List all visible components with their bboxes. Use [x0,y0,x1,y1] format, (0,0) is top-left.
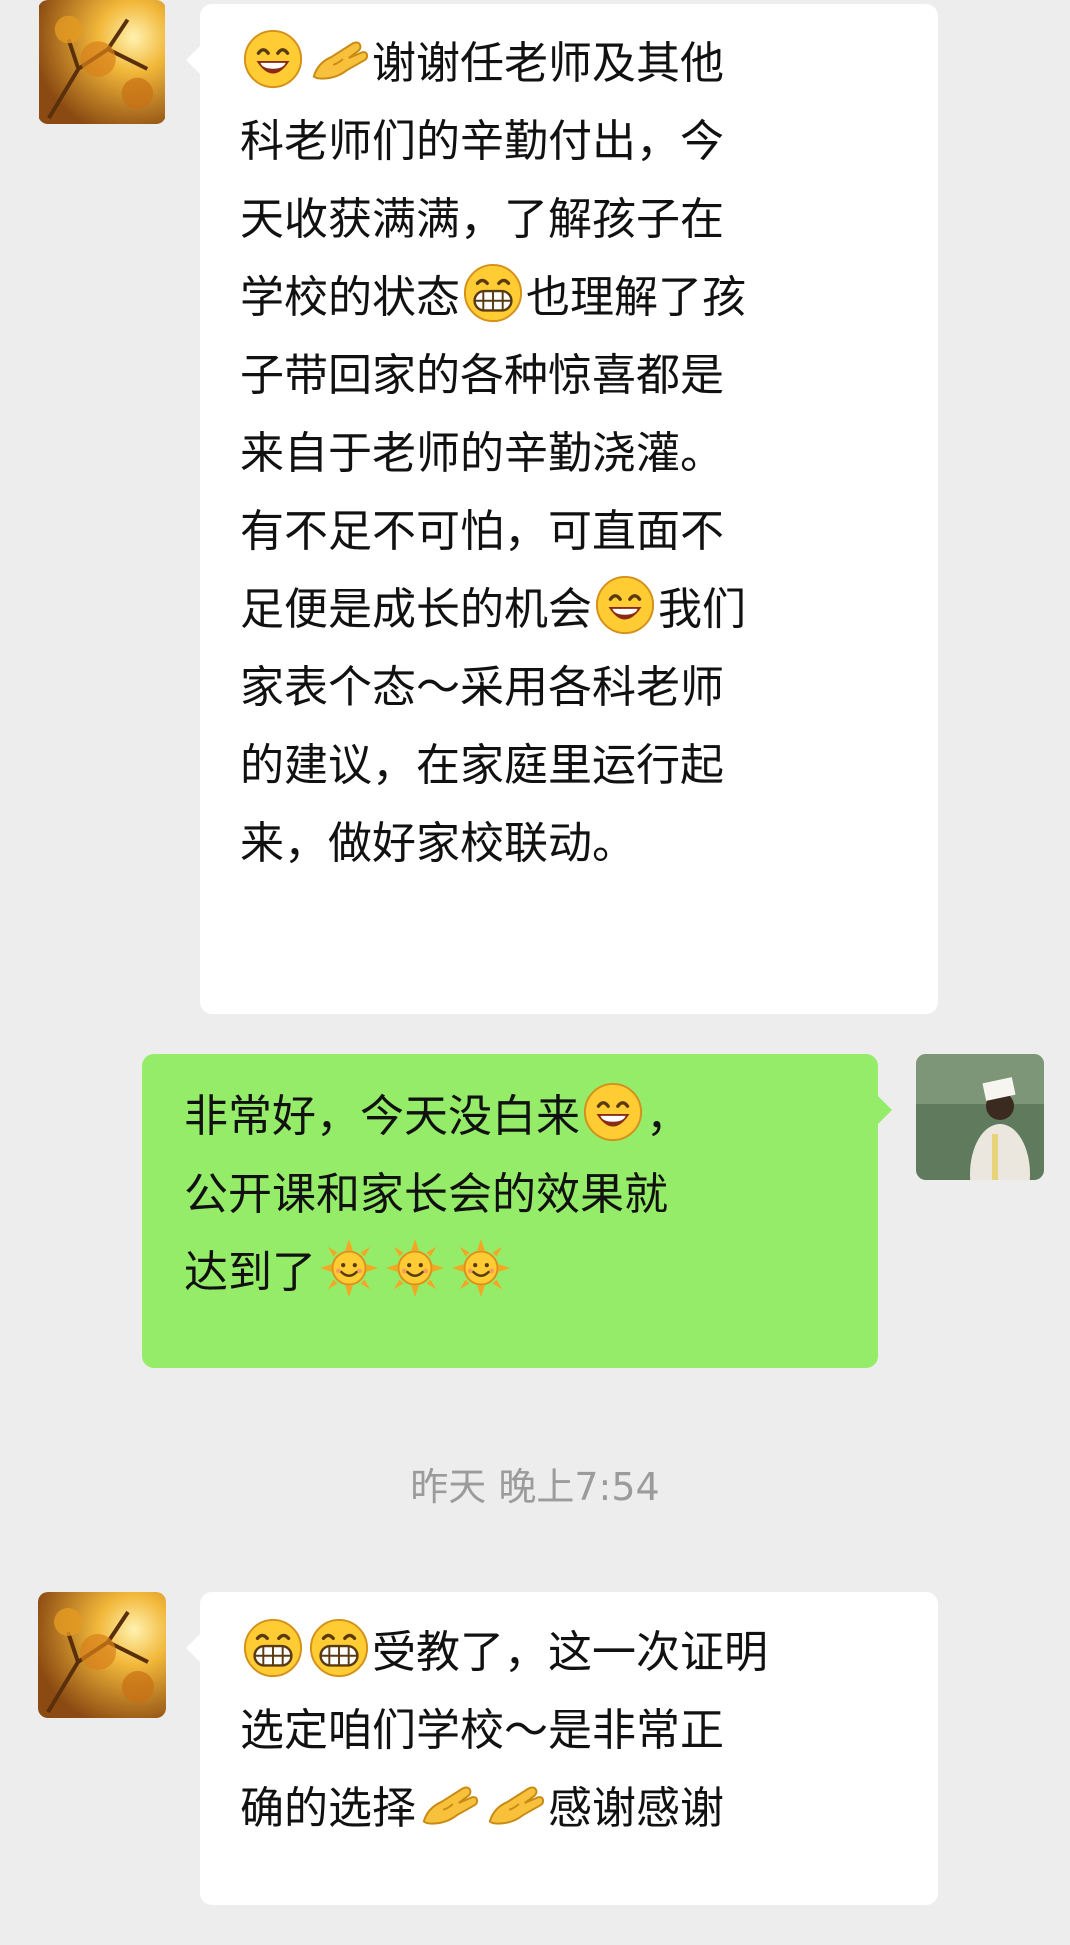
sun-face-icon [450,1237,512,1299]
ok-hand-icon [484,1773,546,1835]
message-line: 子带回家的各种惊喜都是 [240,337,902,415]
message-line: 谢谢任老师及其他 [240,25,902,103]
autumn-tree-avatar [39,0,165,124]
grinning-face-icon [594,574,656,636]
sender-avatar[interactable] [38,0,166,124]
message-bubble-incoming[interactable]: 谢谢任老师及其他科老师们的辛勤付出，今 天收获满满，了解孩子在 学校的状态 也理解了孩… [186,4,938,1014]
sender-avatar[interactable] [38,1592,166,1718]
message-line: 学校的状态 也理解了孩 [240,259,902,337]
message-text-segment: 有不足不可怕，可直面不 [240,506,724,557]
message-bubble-incoming[interactable]: 受教了，这一次证明选定咱们学校～是非常正 确的选择 感谢感谢 [186,1592,938,1905]
message-text-segment: 选定咱们学校～是非常正 [240,1705,724,1756]
message-line: 家表个态～采用各科老师 [240,649,902,727]
message-text-segment: 达到了 [184,1247,316,1298]
message-text-segment: 天收获满满，了解孩子在 [240,194,724,245]
bubble-tail [186,46,200,74]
message-line: 有不足不可怕，可直面不 [240,493,902,571]
grinning-face-icon [582,1081,644,1143]
bubble-tail [878,1096,892,1124]
message-line: 来自于老师的辛勤浇灌。 [240,415,902,493]
message-text-segment: 感谢感谢 [548,1783,724,1834]
message-text-segment: 公开课和家长会的效果就 [184,1169,668,1220]
chat-window: 谢谢任老师及其他科老师们的辛勤付出，今 天收获满满，了解孩子在 学校的状态 也理解了孩… [0,0,1070,1945]
message-text-segment: ， [646,1091,690,1142]
reading-person-avatar [916,1054,1044,1180]
message-text-segment: 我们 [658,584,746,635]
message-line: 非常好，今天没白来 ， [184,1078,848,1156]
message-line: 选定咱们学校～是非常正 [240,1692,902,1770]
message-bubble-outgoing[interactable]: 非常好，今天没白来 ， 公开课和家长会的效果就 达到了 [142,1054,892,1368]
timestamp-divider: 昨天 晚上7:54 [410,1465,660,1509]
message-line: 达到了 [184,1234,848,1312]
message-text-segment: 来自于老师的辛勤浇灌。 [240,428,724,479]
message-text-segment: 来，做好家校联动。 [240,818,636,869]
message-text: 非常好，今天没白来 ， 公开课和家长会的效果就 达到了 [184,1078,848,1312]
message-text-segment: 子带回家的各种惊喜都是 [240,350,724,401]
message-line: 科老师们的辛勤付出，今 [240,103,902,181]
message-text-segment: 确的选择 [240,1783,416,1834]
message-text-segment: 非常好，今天没白来 [184,1091,580,1142]
autumn-tree-avatar [38,1592,166,1718]
ok-hand-icon [308,28,370,90]
ok-hand-icon [418,1773,480,1835]
big-grin-icon [462,262,524,324]
message-text-segment: 受教了，这一次证明 [372,1627,768,1678]
message-line: 来，做好家校联动。 [240,805,902,883]
message-text-segment: 的建议，在家庭里运行起 [240,740,724,791]
message-line: 确的选择 感谢感谢 [240,1770,902,1848]
grinning-face-icon [242,28,304,90]
message-text-segment: 家表个态～采用各科老师 [240,662,724,713]
message-text-segment: 学校的状态 [240,272,460,323]
message-line: 受教了，这一次证明 [240,1614,902,1692]
message-text: 受教了，这一次证明选定咱们学校～是非常正 确的选择 感谢感谢 [240,1614,902,1848]
message-text-segment: 足便是成长的机会 [240,584,592,635]
big-grin-icon [242,1617,304,1679]
big-grin-icon [308,1617,370,1679]
bubble-tail [186,1634,200,1662]
sun-face-icon [318,1237,380,1299]
message-text-segment: 也理解了孩 [526,272,746,323]
message-line: 天收获满满，了解孩子在 [240,181,902,259]
message-text-segment: 科老师们的辛勤付出，今 [240,116,724,167]
self-avatar[interactable] [916,1054,1044,1180]
message-text-segment: 谢谢任老师及其他 [372,38,724,89]
sun-face-icon [384,1237,446,1299]
message-line: 公开课和家长会的效果就 [184,1156,848,1234]
message-text: 谢谢任老师及其他科老师们的辛勤付出，今 天收获满满，了解孩子在 学校的状态 也理解了孩… [240,25,902,883]
message-line: 足便是成长的机会 我们 [240,571,902,649]
message-line: 的建议，在家庭里运行起 [240,727,902,805]
